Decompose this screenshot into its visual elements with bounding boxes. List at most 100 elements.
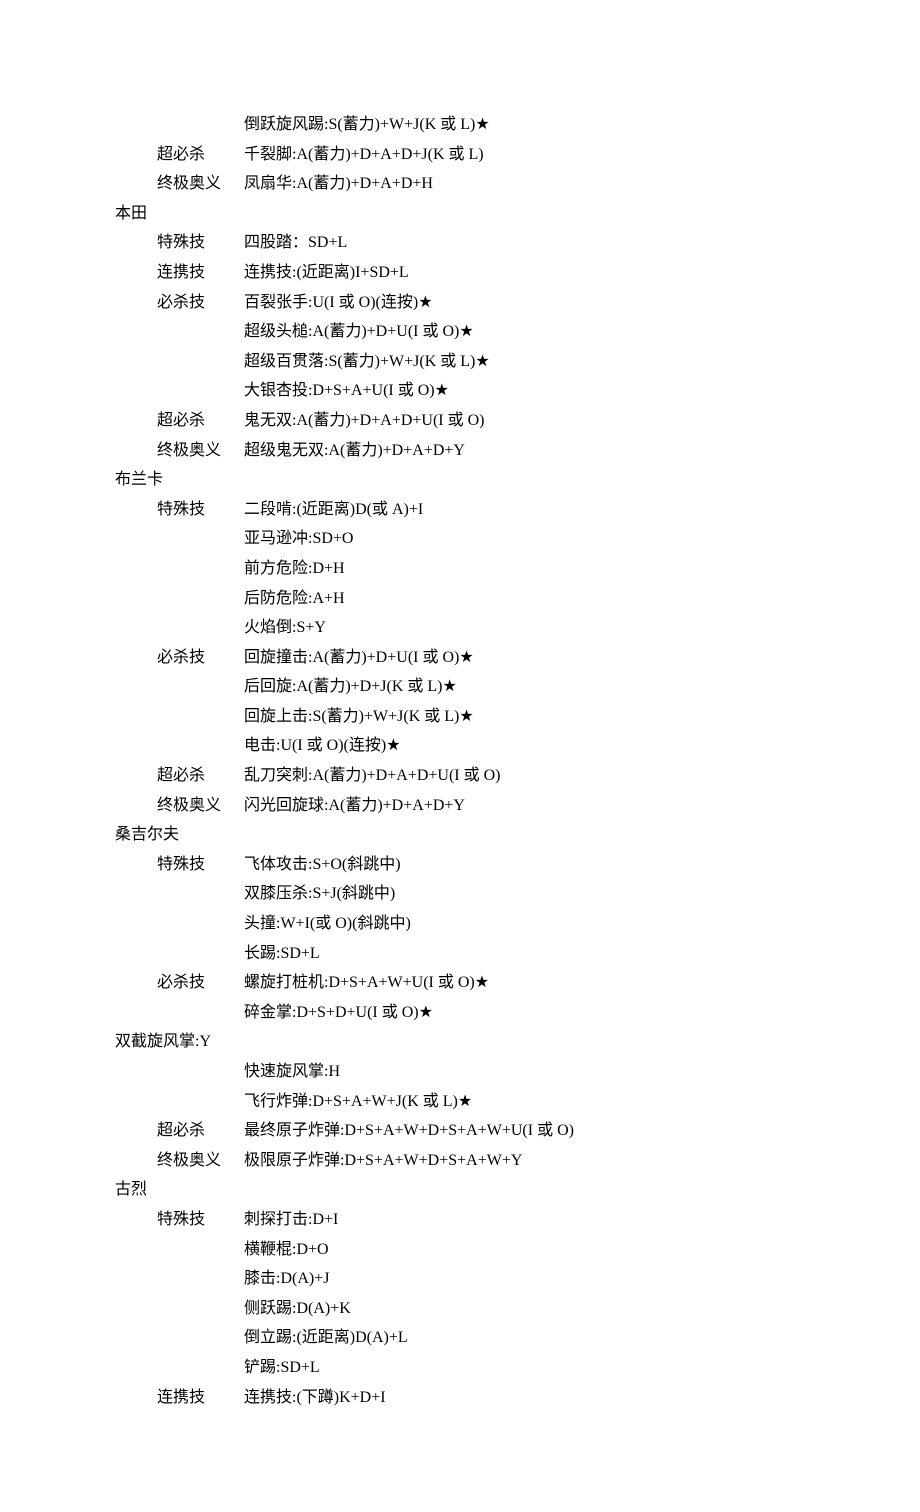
move-row: 横鞭棍:D+O — [0, 1235, 920, 1265]
category-label: 超必杀 — [0, 140, 244, 170]
move-row: 铲踢:SD+L — [0, 1353, 920, 1383]
move-row: 火焰倒:S+Y — [0, 613, 920, 643]
move-text: 电击:U(I 或 O)(连按)★ — [244, 731, 920, 761]
move-text: 超级头槌:A(蓄力)+D+U(I 或 O)★ — [244, 317, 920, 347]
move-text: 鬼无双:A(蓄力)+D+A+D+U(I 或 O) — [244, 406, 920, 436]
move-row: 必杀技螺旋打桩机:D+S+A+W+U(I 或 O)★ — [0, 968, 920, 998]
move-text: 螺旋打桩机:D+S+A+W+U(I 或 O)★ — [244, 968, 920, 998]
move-text: 大银杏投:D+S+A+U(I 或 O)★ — [244, 376, 920, 406]
move-text: 后回旋:A(蓄力)+D+J(K 或 L)★ — [244, 672, 920, 702]
move-text: 连携技:(近距离)I+SD+L — [244, 258, 920, 288]
move-row: 后回旋:A(蓄力)+D+J(K 或 L)★ — [0, 672, 920, 702]
category-label: 超必杀 — [0, 761, 244, 791]
move-row: 特殊技二段啃:(近距离)D(或 A)+I — [0, 495, 920, 525]
move-text: 极限原子炸弹:D+S+A+W+D+S+A+W+Y — [244, 1146, 920, 1176]
category-label: 特殊技 — [0, 495, 244, 525]
move-text: 碎金掌:D+S+D+U(I 或 O)★ — [244, 998, 920, 1028]
move-text: 膝击:D(A)+J — [244, 1264, 920, 1294]
move-text: 千裂脚:A(蓄力)+D+A+D+J(K 或 L) — [244, 140, 920, 170]
move-row: 回旋上击:S(蓄力)+W+J(K 或 L)★ — [0, 702, 920, 732]
move-line-outdent: 双截旋风掌:Y — [115, 1027, 920, 1057]
move-text: 倒跃旋风踢:S(蓄力)+W+J(K 或 L)★ — [244, 110, 920, 140]
move-row: 膝击:D(A)+J — [0, 1264, 920, 1294]
move-text: 快速旋风掌:H — [244, 1057, 920, 1087]
move-text: 火焰倒:S+Y — [244, 613, 920, 643]
category-label: 终极奥义 — [0, 1146, 244, 1176]
category-label: 终极奥义 — [0, 791, 244, 821]
move-text: 凤扇华:A(蓄力)+D+A+D+H — [244, 169, 920, 199]
category-label: 必杀技 — [0, 643, 244, 673]
move-row: 超必杀千裂脚:A(蓄力)+D+A+D+J(K 或 L) — [0, 140, 920, 170]
move-text: 前方危险:D+H — [244, 554, 920, 584]
move-row: 双膝压杀:S+J(斜跳中) — [0, 879, 920, 909]
category-label: 连携技 — [0, 1383, 244, 1413]
move-text: 四股踏：SD+L — [244, 228, 920, 258]
category-label: 特殊技 — [0, 850, 244, 880]
move-row: 超必杀乱刀突刺:A(蓄力)+D+A+D+U(I 或 O) — [0, 761, 920, 791]
move-row: 终极奥义闪光回旋球:A(蓄力)+D+A+D+Y — [0, 791, 920, 821]
move-row: 特殊技飞体攻击:S+O(斜跳中) — [0, 850, 920, 880]
move-text: 铲踢:SD+L — [244, 1353, 920, 1383]
category-label: 必杀技 — [0, 968, 244, 998]
move-row: 终极奥义极限原子炸弹:D+S+A+W+D+S+A+W+Y — [0, 1146, 920, 1176]
move-text: 倒立踢:(近距离)D(A)+L — [244, 1323, 920, 1353]
move-text: 双膝压杀:S+J(斜跳中) — [244, 879, 920, 909]
character-name: 布兰卡 — [115, 465, 920, 495]
move-row: 碎金掌:D+S+D+U(I 或 O)★ — [0, 998, 920, 1028]
move-row: 飞行炸弹:D+S+A+W+J(K 或 L)★ — [0, 1087, 920, 1117]
move-row: 前方危险:D+H — [0, 554, 920, 584]
move-row: 超必杀鬼无双:A(蓄力)+D+A+D+U(I 或 O) — [0, 406, 920, 436]
move-text: 飞体攻击:S+O(斜跳中) — [244, 850, 920, 880]
move-row: 倒跃旋风踢:S(蓄力)+W+J(K 或 L)★ — [0, 110, 920, 140]
category-label: 超必杀 — [0, 406, 244, 436]
move-row: 后防危险:A+H — [0, 584, 920, 614]
category-label: 终极奥义 — [0, 436, 244, 466]
move-text: 乱刀突刺:A(蓄力)+D+A+D+U(I 或 O) — [244, 761, 920, 791]
category-label: 终极奥义 — [0, 169, 244, 199]
move-row: 超级头槌:A(蓄力)+D+U(I 或 O)★ — [0, 317, 920, 347]
move-text: 亚马逊冲:SD+O — [244, 524, 920, 554]
category-label: 超必杀 — [0, 1116, 244, 1146]
document-page: 倒跃旋风踢:S(蓄力)+W+J(K 或 L)★超必杀千裂脚:A(蓄力)+D+A+… — [0, 0, 920, 1512]
move-text: 超级鬼无双:A(蓄力)+D+A+D+Y — [244, 436, 920, 466]
move-text: 连携技:(下蹲)K+D+I — [244, 1383, 920, 1413]
move-text: 飞行炸弹:D+S+A+W+J(K 或 L)★ — [244, 1087, 920, 1117]
move-text: 横鞭棍:D+O — [244, 1235, 920, 1265]
move-row: 终极奥义凤扇华:A(蓄力)+D+A+D+H — [0, 169, 920, 199]
character-name: 本田 — [115, 199, 920, 229]
move-text: 超级百贯落:S(蓄力)+W+J(K 或 L)★ — [244, 347, 920, 377]
move-row: 长踢:SD+L — [0, 939, 920, 969]
move-text: 百裂张手:U(I 或 O)(连按)★ — [244, 288, 920, 318]
move-text: 侧跃踢:D(A)+K — [244, 1294, 920, 1324]
move-row: 必杀技回旋撞击:A(蓄力)+D+U(I 或 O)★ — [0, 643, 920, 673]
move-text: 刺探打击:D+I — [244, 1205, 920, 1235]
category-label: 特殊技 — [0, 1205, 244, 1235]
move-text: 后防危险:A+H — [244, 584, 920, 614]
category-label: 连携技 — [0, 258, 244, 288]
move-text: 回旋上击:S(蓄力)+W+J(K 或 L)★ — [244, 702, 920, 732]
move-row: 亚马逊冲:SD+O — [0, 524, 920, 554]
move-row: 连携技连携技:(近距离)I+SD+L — [0, 258, 920, 288]
move-text: 头撞:W+I(或 O)(斜跳中) — [244, 909, 920, 939]
move-row: 大银杏投:D+S+A+U(I 或 O)★ — [0, 376, 920, 406]
move-text: 回旋撞击:A(蓄力)+D+U(I 或 O)★ — [244, 643, 920, 673]
move-row: 侧跃踢:D(A)+K — [0, 1294, 920, 1324]
character-name: 古烈 — [115, 1175, 920, 1205]
move-row: 终极奥义超级鬼无双:A(蓄力)+D+A+D+Y — [0, 436, 920, 466]
category-label: 必杀技 — [0, 288, 244, 318]
move-row: 特殊技四股踏：SD+L — [0, 228, 920, 258]
move-row: 超级百贯落:S(蓄力)+W+J(K 或 L)★ — [0, 347, 920, 377]
move-row: 电击:U(I 或 O)(连按)★ — [0, 731, 920, 761]
move-text: 二段啃:(近距离)D(或 A)+I — [244, 495, 920, 525]
character-name: 桑吉尔夫 — [115, 820, 920, 850]
move-text: 长踢:SD+L — [244, 939, 920, 969]
move-row: 特殊技刺探打击:D+I — [0, 1205, 920, 1235]
category-label: 特殊技 — [0, 228, 244, 258]
move-row: 头撞:W+I(或 O)(斜跳中) — [0, 909, 920, 939]
move-text: 最终原子炸弹:D+S+A+W+D+S+A+W+U(I 或 O) — [244, 1116, 920, 1146]
move-row: 快速旋风掌:H — [0, 1057, 920, 1087]
move-row: 连携技连携技:(下蹲)K+D+I — [0, 1383, 920, 1413]
move-row: 必杀技百裂张手:U(I 或 O)(连按)★ — [0, 288, 920, 318]
move-text: 闪光回旋球:A(蓄力)+D+A+D+Y — [244, 791, 920, 821]
move-row: 倒立踢:(近距离)D(A)+L — [0, 1323, 920, 1353]
